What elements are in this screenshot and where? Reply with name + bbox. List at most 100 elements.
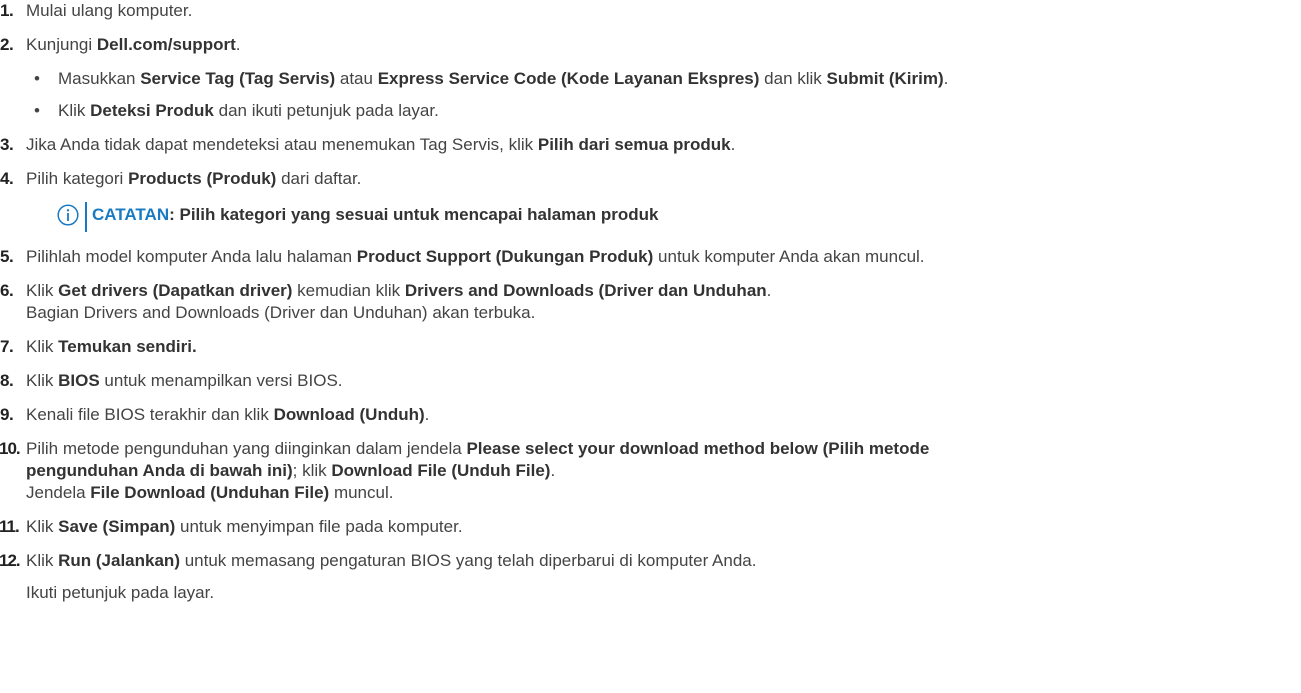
step-text: Jika Anda tidak dapat mendeteksi atau me… [26, 135, 538, 154]
step-text: dan ikuti petunjuk pada layar. [213, 101, 439, 120]
step-text: . [730, 135, 736, 154]
bold-ui-term: Pilih dari semua produk [537, 135, 731, 154]
step-text: Bagian Drivers and Downloads (Driver dan… [26, 303, 536, 322]
step-text: dan klik [759, 69, 827, 88]
step-text: untuk komputer Anda akan muncul. [653, 247, 925, 266]
step-number: 2. [0, 35, 14, 54]
step-text: kemudian klik [292, 281, 405, 300]
step-text: Klik [26, 337, 59, 356]
sub-step-item: • Masukkan Service Tag (Tag Servis) atau … [26, 68, 1301, 90]
step-text: Klik [26, 551, 59, 570]
step-number: 7. [0, 337, 14, 356]
note-label: CATATAN [92, 205, 170, 224]
step-item-11: 11. Klik Save (Simpan) untuk menyimpan fi… [0, 516, 1301, 538]
step-text: Kunjungi [26, 35, 97, 54]
step-text: untuk menyimpan file pada komputer. [175, 517, 463, 536]
step-text: . [235, 35, 241, 54]
step-body: Jika Anda tidak dapat mendeteksi atau me… [26, 134, 1301, 156]
step-text: dari daftar. [276, 169, 362, 188]
bold-ui-term: Download (Unduh) [273, 405, 425, 424]
step-body: Pilih kategori Products (Produk) dari da… [26, 168, 1301, 190]
step-text: ; klik [292, 461, 332, 480]
bold-ui-term: Save (Simpan) [58, 517, 176, 536]
step-body: Pilihlah model komputer Anda lalu halama… [26, 246, 1301, 268]
step-item-2: 2. Kunjungi Dell.com/support. • Masukkan Se… [0, 34, 1301, 122]
sub-step-item: • Klik Deteksi Produk dan ikuti petunjuk … [26, 100, 1301, 122]
step-text: Klik [26, 371, 59, 390]
sub-step-list: • Masukkan Service Tag (Tag Servis) atau … [26, 68, 1301, 122]
step-text: Kenali file BIOS terakhir dan klik [26, 405, 274, 424]
bold-ui-term: File Download (Unduhan File) [90, 483, 330, 502]
step-body: Kenali file BIOS terakhir dan klik Downl… [26, 404, 1301, 426]
step-body: Klik Run (Jalankan) untuk memasang penga… [26, 550, 1301, 604]
bold-ui-term: Products (Produk) [128, 169, 277, 188]
step-number: 6. [0, 281, 14, 300]
bold-ui-term: Submit (Kirim) [826, 69, 944, 88]
step-text: atau [335, 69, 378, 88]
bold-ui-term: BIOS [58, 371, 100, 390]
bold-ui-term: Service Tag (Tag Servis) [140, 69, 336, 88]
step-item-12: 12. Klik Run (Jalankan) untuk memasang pe… [0, 550, 1301, 604]
step-text: muncul. [329, 483, 394, 502]
step-body: Mulai ulang komputer. [26, 0, 1301, 22]
step-number: 3. [0, 135, 14, 154]
bold-ui-term: pengunduhan Anda di bawah ini) [26, 461, 293, 480]
step-text: Pilih metode pengunduhan yang diinginkan… [26, 439, 467, 458]
step-body: Klik Get drivers (Dapatkan driver) kemud… [26, 280, 1301, 324]
step-text: Klik [26, 281, 59, 300]
bullet-icon: • [34, 101, 40, 120]
step-text: . [550, 461, 556, 480]
bold-ui-term: Temukan sendiri. [58, 337, 197, 356]
step-text: . [766, 281, 772, 300]
step-body: Klik BIOS untuk menampilkan versi BIOS. [26, 370, 1301, 392]
step-body: Klik Save (Simpan) untuk menyimpan file … [26, 516, 1301, 538]
step-item-5: 5. Pilihlah model komputer Anda lalu hala… [0, 246, 1301, 268]
step-number: 11. [0, 517, 20, 536]
step-text: Klik [58, 101, 91, 120]
step-text: Pilih kategori [26, 169, 129, 188]
step-text: Klik [26, 517, 59, 536]
note-callout: CATATAN: Pilih kategori yang sesuai untu… [26, 202, 1301, 234]
step-text: Pilihlah model komputer Anda lalu halama… [26, 247, 357, 266]
bold-ui-term: Get drivers (Dapatkan driver) [58, 281, 293, 300]
step-item-9: 9. Kenali file BIOS terakhir dan klik Dow… [0, 404, 1301, 426]
document-body: 1. Mulai ulang komputer. 2. Kunjungi Dell.c… [0, 0, 1301, 616]
step-body: Kunjungi Dell.com/support. [26, 34, 1301, 56]
bold-ui-term: Drivers and Downloads (Driver dan Unduha… [404, 281, 767, 300]
step-number: 4. [0, 169, 14, 188]
step-number: 10. [0, 439, 21, 458]
step-number: 8. [0, 371, 14, 390]
step-number: 12. [0, 551, 21, 570]
bold-ui-term: Product Support (Dukungan Produk) [356, 247, 654, 266]
step-list: 1. Mulai ulang komputer. 2. Kunjungi Dell.c… [0, 0, 1301, 604]
step-item-4: 4. Pilih kategori Products (Produk) dari … [0, 168, 1301, 234]
bold-ui-term: Download File (Unduh File) [331, 461, 551, 480]
step-number: 9. [0, 405, 14, 424]
step-number: 1. [0, 1, 14, 20]
step-text: untuk memasang pengaturan BIOS yang tela… [179, 551, 757, 570]
step-item-1: 1. Mulai ulang komputer. [0, 0, 1301, 22]
step-item-8: 8. Klik BIOS untuk menampilkan versi BIOS… [0, 370, 1301, 392]
step-item-7: 7. Klik Temukan sendiri. [0, 336, 1301, 358]
step-body: Pilih metode pengunduhan yang diinginkan… [26, 438, 1301, 504]
step-body: Klik Temukan sendiri. [26, 336, 1301, 358]
bold-ui-term: Express Service Code (Kode Layanan Ekspr… [377, 69, 760, 88]
step-text: Ikuti petunjuk pada layar. [26, 583, 215, 602]
info-circle-icon [57, 204, 79, 226]
step-text: Jendela [26, 483, 91, 502]
step-item-6: 6. Klik Get drivers (Dapatkan driver) kem… [0, 280, 1301, 324]
bullet-icon: • [34, 69, 40, 88]
step-item-10: 10. Pilih metode pengunduhan yang diingin… [0, 438, 1301, 504]
bold-ui-term: Please select your download method below… [466, 439, 930, 458]
step-text: . [424, 405, 430, 424]
bold-ui-term: Dell.com/support [96, 35, 236, 54]
note-text: CATATAN: Pilih kategori yang sesuai untu… [92, 204, 658, 226]
step-text: Mulai ulang komputer. [26, 1, 193, 20]
step-text: untuk menampilkan versi BIOS. [99, 371, 343, 390]
step-text: Masukkan [58, 69, 141, 88]
step-number: 5. [0, 247, 14, 266]
step-text: . [943, 69, 949, 88]
step-item-3: 3. Jika Anda tidak dapat mendeteksi atau … [0, 134, 1301, 156]
note-body: : Pilih kategori yang sesuai untuk menca… [169, 205, 659, 224]
bold-ui-term: Run (Jalankan) [58, 551, 180, 570]
